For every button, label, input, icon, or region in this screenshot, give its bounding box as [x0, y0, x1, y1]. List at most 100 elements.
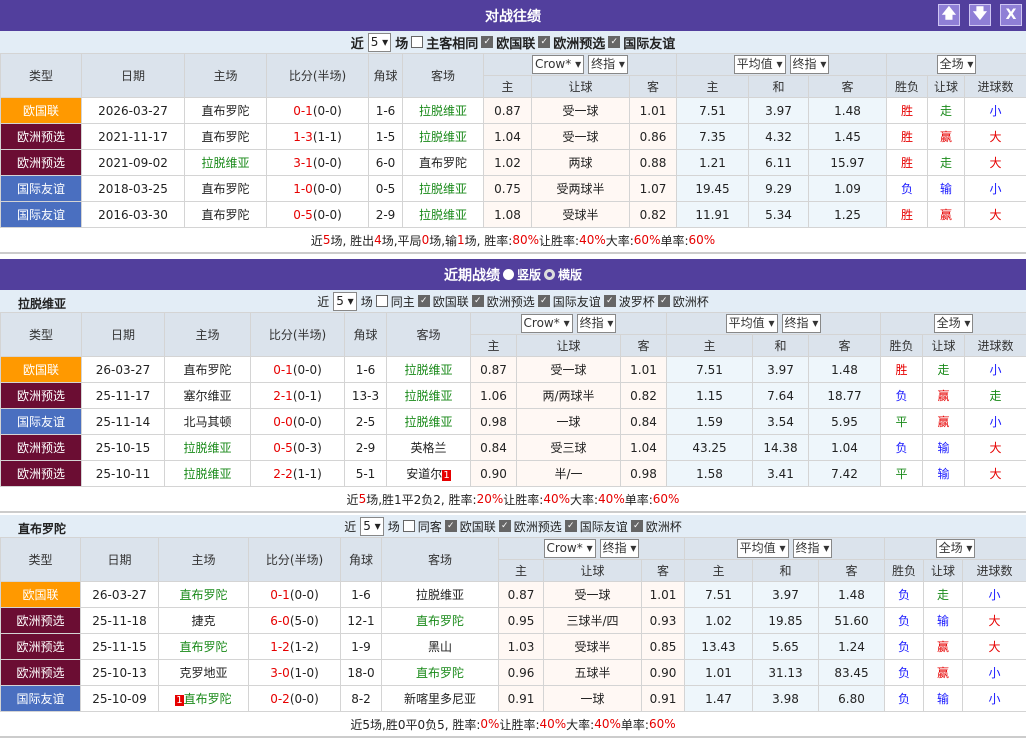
- arrow-up-icon[interactable]: 🡅: [938, 4, 960, 26]
- same-checkbox[interactable]: [376, 295, 388, 307]
- h2h-title-bar: 对战往绩 🡅🡇X: [0, 0, 1026, 31]
- league-checkbox[interactable]: ✓: [604, 295, 616, 307]
- league-checkbox[interactable]: ✓: [445, 520, 457, 532]
- match-type: 欧洲预选: [1, 383, 82, 409]
- horizontal-radio[interactable]: [544, 269, 555, 280]
- chevron-down-icon: ▾: [571, 57, 581, 71]
- goals-result: 大: [963, 634, 1026, 660]
- away-team[interactable]: 拉脱维亚: [403, 202, 484, 228]
- league-checkbox[interactable]: ✓: [481, 36, 493, 48]
- full-header: 全场 ▾: [881, 313, 1026, 335]
- odds-type-select[interactable]: 终指 ▾: [790, 55, 830, 74]
- away-odds: 0.84: [621, 409, 667, 435]
- home-team[interactable]: 直布罗陀: [185, 98, 267, 124]
- table-row: 欧洲预选25-11-18捷克6-0(5-0)12-1直布罗陀0.95三球半/四0…: [1, 608, 1026, 634]
- goals-result: 大: [963, 608, 1026, 634]
- away-team[interactable]: 直布罗陀: [382, 608, 499, 634]
- count-select[interactable]: 5 ▾: [333, 292, 356, 311]
- league-checkbox[interactable]: ✓: [658, 295, 670, 307]
- away-team[interactable]: 拉脱维亚: [403, 98, 484, 124]
- away-team[interactable]: 拉脱维亚: [387, 409, 471, 435]
- home-team[interactable]: 克罗地亚: [159, 660, 249, 686]
- league-checkbox[interactable]: ✓: [472, 295, 484, 307]
- league-checkbox[interactable]: ✓: [538, 295, 550, 307]
- arrow-down-icon[interactable]: 🡇: [969, 4, 991, 26]
- home-team[interactable]: 直布罗陀: [159, 634, 249, 660]
- away-team[interactable]: 英格兰: [387, 435, 471, 461]
- odds-type-select[interactable]: 终指 ▾: [588, 55, 628, 74]
- away-team[interactable]: 黑山: [382, 634, 499, 660]
- header-hc: 让球: [532, 76, 630, 98]
- score: 3-0(1-0): [249, 660, 341, 686]
- avg-away: 1.48: [809, 357, 881, 383]
- away-team[interactable]: 安道尔1: [387, 461, 471, 487]
- corners: 12-1: [341, 608, 382, 634]
- home-team[interactable]: 拉脱维亚: [185, 150, 267, 176]
- home-team[interactable]: 捷克: [159, 608, 249, 634]
- away-team[interactable]: 直布罗陀: [382, 660, 499, 686]
- away-team[interactable]: 拉脱维亚: [387, 357, 471, 383]
- team-name: 拉脱维亚: [183, 467, 231, 481]
- count-select[interactable]: 5 ▾: [368, 33, 391, 52]
- odds-type-select[interactable]: 终指 ▾: [577, 314, 617, 333]
- home-team[interactable]: 北马其顿: [165, 409, 251, 435]
- home-team[interactable]: 1直布罗陀: [159, 686, 249, 712]
- league-checkbox[interactable]: ✓: [418, 295, 430, 307]
- team-name: 直布罗陀: [201, 104, 249, 118]
- company-select[interactable]: Crow* ▾: [532, 55, 584, 74]
- home-team[interactable]: 直布罗陀: [185, 176, 267, 202]
- league-checkbox[interactable]: ✓: [538, 36, 550, 48]
- period-select[interactable]: 全场 ▾: [934, 314, 974, 333]
- league-checkbox[interactable]: ✓: [608, 36, 620, 48]
- full-score: 0-1: [293, 104, 313, 118]
- home-team[interactable]: 拉脱维亚: [165, 435, 251, 461]
- handicap: 受一球: [532, 98, 630, 124]
- company-select[interactable]: Crow* ▾: [521, 314, 573, 333]
- odds-type-select[interactable]: 终指 ▾: [793, 539, 833, 558]
- close-icon[interactable]: X: [1000, 4, 1022, 26]
- home-team[interactable]: 直布罗陀: [165, 357, 251, 383]
- odds-type-select[interactable]: 终指 ▾: [782, 314, 822, 333]
- home-team[interactable]: 直布罗陀: [185, 124, 267, 150]
- home-team[interactable]: 塞尔维亚: [165, 383, 251, 409]
- match-type: 欧洲预选: [1, 660, 81, 686]
- table-row: 欧洲预选25-10-11拉脱维亚2-2(1-1)5-1安道尔10.90半/一0.…: [1, 461, 1026, 487]
- away-team[interactable]: 拉脱维亚: [382, 582, 499, 608]
- avg-header: 平均值 ▾终指 ▾: [685, 538, 885, 560]
- home-team[interactable]: 直布罗陀: [185, 202, 267, 228]
- away-team[interactable]: 拉脱维亚: [403, 124, 484, 150]
- corners: 6-0: [369, 150, 403, 176]
- away-team[interactable]: 直布罗陀: [403, 150, 484, 176]
- horizontal-label: 横版: [558, 266, 582, 283]
- league-checkbox[interactable]: ✓: [499, 520, 511, 532]
- odds-type-select-value: 终指: [796, 541, 820, 555]
- team-name: 直布罗陀: [416, 666, 464, 680]
- home-team[interactable]: 拉脱维亚: [165, 461, 251, 487]
- header-a: 客: [809, 76, 887, 98]
- league-checkbox[interactable]: ✓: [565, 520, 577, 532]
- avg-select[interactable]: 平均值 ▾: [737, 539, 789, 558]
- home-team[interactable]: 直布罗陀: [159, 582, 249, 608]
- count-select[interactable]: 5 ▾: [360, 517, 383, 536]
- league-checkbox[interactable]: ✓: [631, 520, 643, 532]
- period-select[interactable]: 全场 ▾: [937, 55, 977, 74]
- summary-text: 单率:: [621, 716, 649, 733]
- period-select[interactable]: 全场 ▾: [936, 539, 976, 558]
- home-odds: 1.03: [499, 634, 544, 660]
- away-team[interactable]: 拉脱维亚: [403, 176, 484, 202]
- same-checkbox[interactable]: [403, 520, 415, 532]
- score: 0-1(0-0): [251, 357, 345, 383]
- match-type: 国际友谊: [1, 202, 82, 228]
- team-name: 直布罗陀: [419, 156, 467, 170]
- same-checkbox[interactable]: [411, 36, 423, 48]
- away-team[interactable]: 新喀里多尼亚: [382, 686, 499, 712]
- vertical-radio[interactable]: [503, 269, 514, 280]
- avg-select[interactable]: 平均值 ▾: [734, 55, 786, 74]
- full-score: 3-0: [270, 666, 290, 680]
- odds-type-select[interactable]: 终指 ▾: [600, 539, 640, 558]
- result: 负: [885, 608, 924, 634]
- company-select[interactable]: Crow* ▾: [544, 539, 596, 558]
- away-team[interactable]: 拉脱维亚: [387, 383, 471, 409]
- avg-select[interactable]: 平均值 ▾: [726, 314, 778, 333]
- home-odds: 1.08: [484, 202, 532, 228]
